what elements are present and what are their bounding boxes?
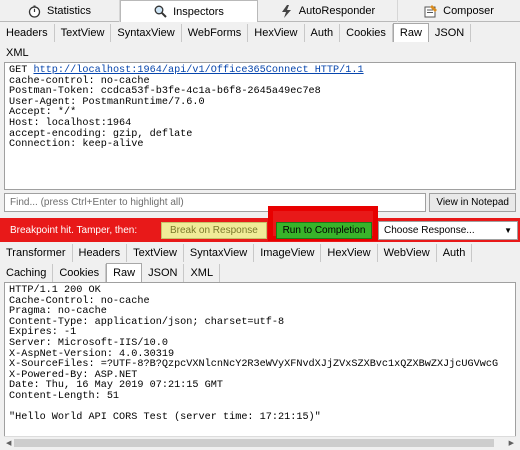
scroll-left-icon[interactable]: ◀ [6,439,11,447]
response-line: HTTP/1.1 200 OK [9,285,101,296]
resp-tab-textview[interactable]: TextView [127,244,184,262]
request-raw-pane[interactable]: GET http://localhost:1964/api/v1/Office3… [4,62,516,190]
req-tab-textview[interactable]: TextView [55,24,112,42]
tab-inspectors[interactable]: Inspectors [120,0,258,23]
resp-tab-imageview[interactable]: ImageView [254,244,322,262]
tab-statistics[interactable]: Statistics [0,0,120,22]
request-header-line: Host: localhost:1964 [9,117,132,129]
resp-tab-webview[interactable]: WebView [378,244,437,262]
scrollbar-thumb[interactable] [14,439,494,447]
response-tab-row-2: Caching Cookies Raw JSON XML [0,262,520,282]
tab-inspectors-label: Inspectors [173,5,224,18]
request-url-link[interactable]: http://localhost:1964/api/v1/Office365Co… [33,65,363,76]
request-tab-row: Headers TextView SyntaxView WebForms Hex… [0,22,520,42]
resp-tab-json[interactable]: JSON [142,264,185,282]
tab-statistics-label: Statistics [46,5,91,17]
breakpoint-message: Breakpoint hit. Tamper, then: [10,224,138,236]
req-tab-xml[interactable]: XML [0,44,35,62]
chevron-down-icon: ▼ [504,226,512,235]
request-header-line: Connection: keep-alive [9,139,144,151]
tab-autoresponder[interactable]: AutoResponder [258,0,398,22]
req-tab-syntaxview[interactable]: SyntaxView [111,24,182,42]
resp-tab-raw[interactable]: Raw [106,263,143,282]
resp-tab-headers[interactable]: Headers [73,244,128,262]
response-tab-row: Transformer Headers TextView SyntaxView … [0,242,520,262]
req-tab-webforms[interactable]: WebForms [182,24,249,42]
request-tab-row-2: XML [0,42,520,62]
resp-tab-hexview[interactable]: HexView [321,244,378,262]
response-raw-pane[interactable]: HTTP/1.1 200 OK Cache-Control: no-cache … [4,282,516,436]
horizontal-scrollbar[interactable]: ◀ ▶ [4,436,516,448]
req-tab-cookies[interactable]: Cookies [340,24,393,42]
resp-tab-caching[interactable]: Caching [0,264,54,282]
response-body: "Hello World API CORS Test (server time:… [9,412,321,424]
tab-composer-label: Composer [443,5,494,17]
break-on-response-button[interactable]: Break on Response [161,221,267,239]
response-line: Server: Microsoft-IIS/10.0 [9,337,168,349]
composer-icon [424,4,438,18]
resp-tab-auth[interactable]: Auth [437,244,473,262]
req-tab-auth[interactable]: Auth [305,24,341,42]
stopwatch-icon [28,5,41,18]
choose-response-label: Choose Response... [384,225,475,236]
resp-tab-syntaxview[interactable]: SyntaxView [184,244,255,262]
run-to-completion-button[interactable]: Run to Completion [276,222,372,239]
request-line: GET http://localhost:1964/api/v1/Office3… [9,65,511,77]
magnifier-icon [154,5,167,18]
response-line: Content-Type: application/json; charset=… [9,316,285,328]
find-bar: Find... (press Ctrl+Enter to highlight a… [4,193,516,212]
tab-composer[interactable]: Composer [398,0,520,22]
resp-tab-xml[interactable]: XML [184,264,221,282]
req-tab-hexview[interactable]: HexView [248,24,305,42]
request-header-line: User-Agent: PostmanRuntime/7.6.0 [9,96,205,108]
view-in-notepad-button[interactable]: View in Notepad [429,193,516,212]
scroll-right-icon[interactable]: ▶ [509,439,514,447]
lightning-icon [280,4,293,18]
response-line: Content-Length: 51 [9,390,120,402]
req-tab-headers[interactable]: Headers [0,24,55,42]
req-tab-raw[interactable]: Raw [392,23,429,42]
req-tab-json[interactable]: JSON [429,24,472,42]
resp-tab-cookies[interactable]: Cookies [53,264,107,282]
request-method: GET [9,65,34,76]
choose-response-dropdown[interactable]: Choose Response... ▼ [378,221,518,240]
resp-tab-transformer[interactable]: Transformer [0,244,73,262]
tab-autoresponder-label: AutoResponder [298,5,376,17]
main-tab-strip: Statistics Inspectors AutoResponder Comp… [0,0,520,23]
